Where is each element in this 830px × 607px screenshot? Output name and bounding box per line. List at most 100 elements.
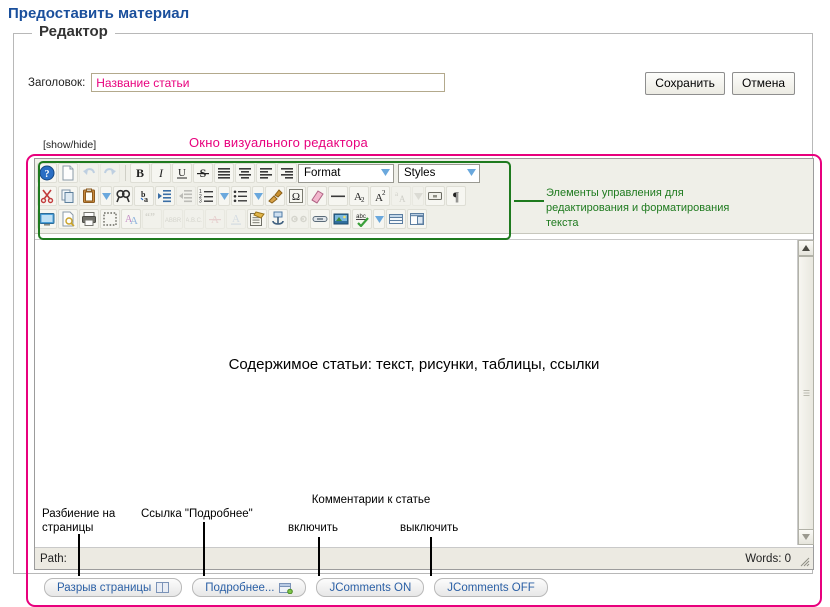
bulleted-list-dropdown-arrow-icon[interactable]: [252, 186, 264, 206]
spellcheck-dropdown-arrow-icon[interactable]: [373, 209, 385, 229]
annotation-comments-on-tick: [318, 537, 320, 576]
anchor-icon[interactable]: [268, 209, 288, 229]
svg-text:ABBR: ABBR: [165, 218, 181, 224]
toolbar-separator: [125, 165, 126, 181]
templates-icon[interactable]: [247, 209, 267, 229]
link-icon[interactable]: [310, 209, 330, 229]
numbered-list-icon[interactable]: 123: [197, 186, 217, 206]
annotation-comments-off: выключить: [400, 522, 459, 534]
readmore-button-label: Подробнее...: [205, 581, 275, 594]
fullscreen-icon[interactable]: [37, 209, 57, 229]
inserted-text-icon: A: [226, 209, 246, 229]
editor-vertical-scrollbar[interactable]: [797, 240, 814, 545]
fieldset-legend: Редактор: [32, 23, 115, 40]
numbered-list-dropdown-arrow-icon[interactable]: [218, 186, 230, 206]
text-color-icon[interactable]: AA: [121, 209, 141, 229]
svg-text:A: A: [232, 213, 240, 225]
jcomments-off-button[interactable]: JComments OFF: [434, 578, 548, 597]
bulleted-list-icon[interactable]: [231, 186, 251, 206]
anchor-text-icon: aA: [391, 186, 411, 206]
new-page-icon[interactable]: [58, 163, 78, 183]
editor-content-text: Содержимое статьи: текст, рисунки, табли…: [228, 356, 600, 373]
annotation-editor-window: Окно визуального редактора: [189, 135, 368, 150]
svg-text:A.B.C.: A.B.C.: [186, 218, 202, 224]
bold-icon[interactable]: B: [130, 163, 150, 183]
underline-icon[interactable]: U: [172, 163, 192, 183]
abbreviation-icon: ABBR: [163, 209, 183, 229]
redo-icon: [100, 163, 120, 183]
subscript-icon[interactable]: A2: [349, 186, 369, 206]
anchor-dropdown-arrow-icon: [412, 186, 424, 206]
svg-text:¶: ¶: [453, 189, 459, 204]
form-action-buttons: Сохранить Отмена: [645, 72, 795, 95]
blockquote-icon: “”: [142, 209, 162, 229]
annotation-readmore: Ссылка "Подробнее": [141, 508, 253, 520]
svg-text:a: a: [144, 195, 148, 204]
chevron-down-icon: [381, 167, 390, 179]
jcomments-on-button[interactable]: JComments ON: [316, 578, 425, 597]
format-select[interactable]: Format: [298, 163, 394, 183]
annotation-comments: Комментарии к статье: [311, 494, 431, 506]
annotation-pagebreak-tick: [78, 534, 80, 576]
resize-grip-icon[interactable]: [798, 555, 810, 567]
cancel-button[interactable]: Отмена: [731, 72, 795, 95]
remove-format-icon[interactable]: [265, 186, 285, 206]
align-right-icon[interactable]: [277, 163, 297, 183]
align-left-icon[interactable]: [256, 163, 276, 183]
image-icon[interactable]: [331, 209, 351, 229]
readmore-icon: [279, 582, 294, 594]
insert-field-icon[interactable]: [425, 186, 445, 206]
svg-text:3: 3: [199, 199, 202, 205]
paste-icon[interactable]: [79, 186, 99, 206]
acronym-icon: A.B.C.: [184, 209, 204, 229]
spellcheck-icon[interactable]: abc: [352, 209, 372, 229]
table-icon[interactable]: [386, 209, 406, 229]
annotation-pagebreak: Разбиение на страницы: [42, 508, 116, 534]
show-blocks-icon[interactable]: ¶: [446, 186, 466, 206]
editor-extra-buttons: Разрыв страницы Подробнее... JComments O…: [44, 578, 548, 597]
align-justify-icon[interactable]: [214, 163, 234, 183]
pagebreak-icon: [156, 582, 170, 593]
article-title-label: Заголовок:: [28, 76, 86, 89]
editor-word-count: Words: 0: [745, 552, 791, 565]
jcomments-off-label: JComments OFF: [447, 581, 535, 594]
svg-text:A: A: [130, 215, 138, 227]
toolbar-row-1: ? BI US Format Styles: [37, 162, 811, 184]
svg-text:2: 2: [361, 196, 365, 204]
div-container-icon[interactable]: [407, 209, 427, 229]
print-icon[interactable]: [79, 209, 99, 229]
find-icon[interactable]: [113, 186, 133, 206]
horizontal-rule-icon[interactable]: [328, 186, 348, 206]
indent-decrease-icon: [176, 186, 196, 206]
save-button[interactable]: Сохранить: [645, 72, 725, 95]
pagebreak-button[interactable]: Разрыв страницы: [44, 578, 183, 597]
superscript-icon[interactable]: A2: [370, 186, 390, 206]
special-char-icon[interactable]: Ω: [286, 186, 306, 206]
copy-icon[interactable]: [58, 186, 78, 206]
align-center-icon[interactable]: [235, 163, 255, 183]
replace-icon[interactable]: ba: [134, 186, 154, 206]
article-title-input[interactable]: [91, 73, 446, 92]
scroll-up-arrow-icon[interactable]: [798, 240, 814, 256]
strikethrough-icon[interactable]: S: [193, 163, 213, 183]
cut-icon[interactable]: [37, 186, 57, 206]
paste-dropdown-arrow-icon[interactable]: [100, 186, 112, 206]
styles-select[interactable]: Styles: [398, 163, 480, 183]
annotation-comments-off-tick: [430, 537, 432, 576]
show-hide-toggle[interactable]: [show/hide]: [43, 139, 96, 151]
styles-select-label: Styles: [404, 167, 436, 179]
indent-increase-icon[interactable]: [155, 186, 175, 206]
readmore-button[interactable]: Подробнее...: [192, 578, 307, 597]
scroll-down-arrow-icon[interactable]: [798, 529, 814, 545]
about-icon[interactable]: ?: [37, 163, 57, 183]
annotation-comments-on: включить: [288, 522, 339, 534]
format-select-label: Format: [304, 167, 341, 179]
svg-text:A: A: [399, 194, 406, 204]
scrollbar-thumb[interactable]: [798, 256, 814, 530]
select-all-icon[interactable]: [100, 209, 120, 229]
eraser-icon[interactable]: [307, 186, 327, 206]
svg-text:“”: “”: [145, 212, 155, 223]
italic-icon[interactable]: I: [151, 163, 171, 183]
preview-icon[interactable]: [58, 209, 78, 229]
svg-text:U: U: [178, 167, 186, 179]
